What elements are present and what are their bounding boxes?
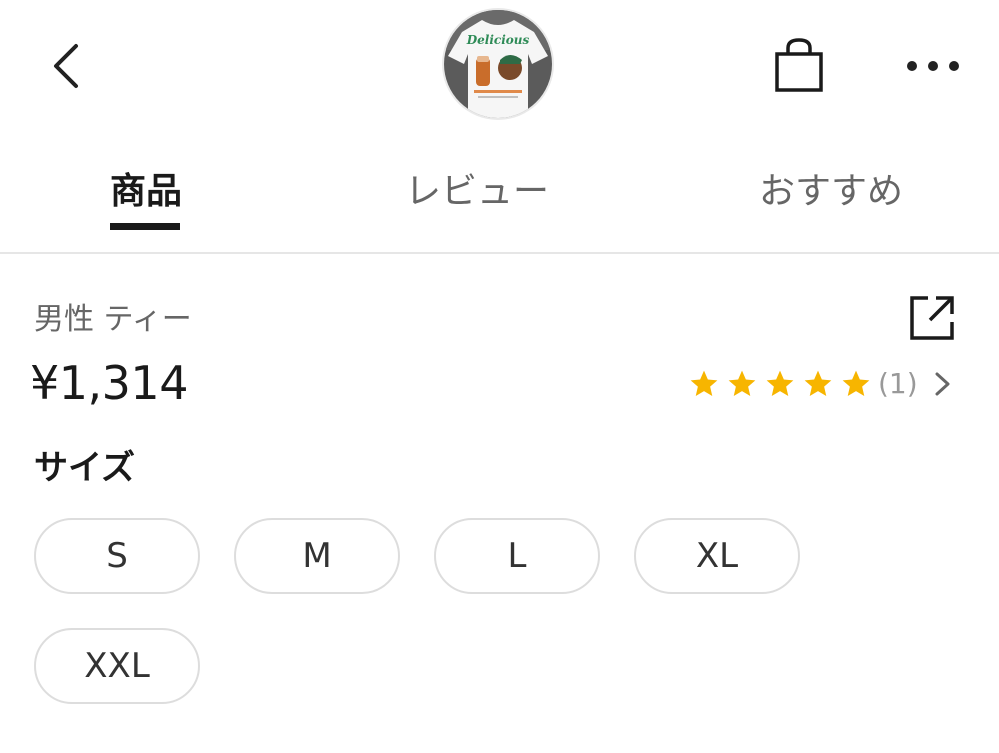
- size-option-xl[interactable]: XL: [634, 518, 800, 594]
- size-option-l[interactable]: L: [434, 518, 600, 594]
- product-thumbnail[interactable]: Delicious: [444, 10, 552, 118]
- chevron-left-icon: [54, 44, 78, 88]
- share-external-icon: [910, 296, 954, 340]
- size-option-xxl[interactable]: XXL: [34, 628, 200, 704]
- thumbnail-logo-text: Delicious: [466, 33, 530, 47]
- chevron-right-icon: [935, 372, 950, 396]
- size-option-s[interactable]: S: [34, 518, 200, 594]
- size-option-m[interactable]: M: [234, 518, 400, 594]
- active-tab-indicator: [110, 223, 180, 230]
- tab-product[interactable]: 商品: [110, 168, 182, 216]
- back-button[interactable]: [40, 40, 92, 92]
- star-icon: [728, 370, 756, 396]
- tab-reviews[interactable]: レビュー: [405, 168, 549, 216]
- cart-button[interactable]: [768, 34, 830, 96]
- star-icon: [842, 370, 870, 396]
- share-button[interactable]: [906, 292, 958, 344]
- star-icon: [766, 370, 794, 396]
- tshirt-image: Delicious: [444, 10, 552, 118]
- more-horizontal-icon: [907, 61, 959, 71]
- product-title: 男性 ティー: [34, 302, 192, 337]
- shopping-bag-icon: [775, 38, 823, 92]
- tab-recommendations[interactable]: おすすめ: [759, 168, 903, 216]
- star-icon: [690, 370, 718, 396]
- product-price: ¥1,314: [30, 356, 188, 410]
- rating-count: (1): [878, 367, 918, 400]
- more-options-button[interactable]: [898, 46, 968, 86]
- rating-link[interactable]: (1): [688, 362, 954, 406]
- star-icon: [804, 370, 832, 396]
- tab-bar: 商品 レビュー おすすめ: [0, 148, 999, 254]
- rating-stars: [688, 368, 878, 400]
- size-label: サイズ: [34, 448, 135, 488]
